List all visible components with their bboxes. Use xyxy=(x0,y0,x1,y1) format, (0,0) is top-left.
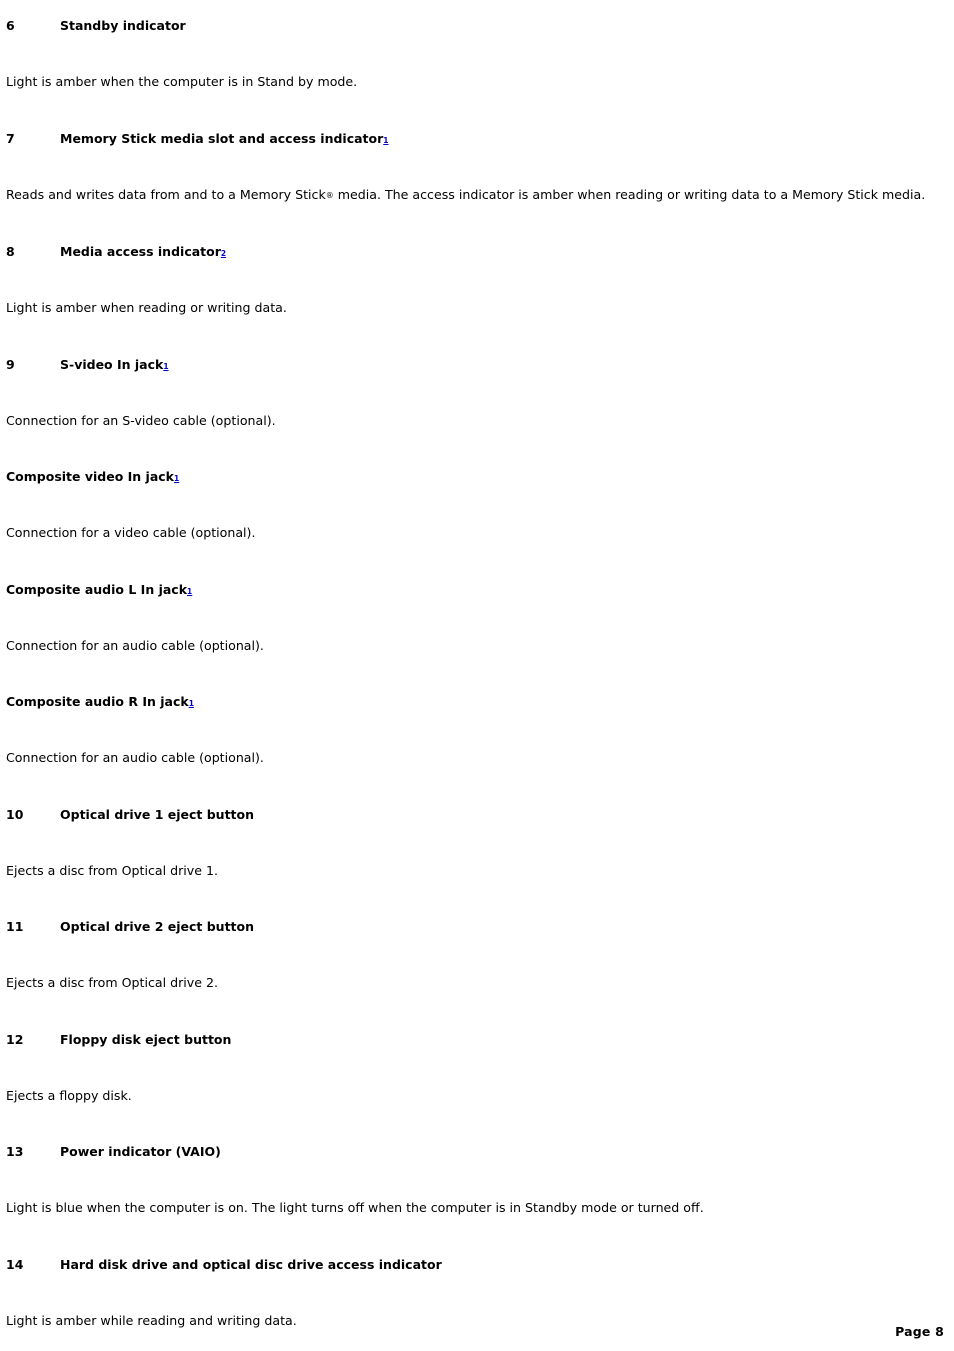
entry-block: Composite video In jack 1 Connection for … xyxy=(6,469,944,541)
entry-heading: Composite audio L In jack 1 xyxy=(6,582,944,597)
entry-title: Memory Stick media slot and access indic… xyxy=(60,130,384,146)
entry-description: Connection for an audio cable (optional)… xyxy=(6,637,264,653)
entry-number: 8 xyxy=(6,244,15,259)
entry-block: 14 Hard disk drive and optical disc driv… xyxy=(6,1257,944,1329)
entry-description: Light is amber when the computer is in S… xyxy=(6,74,358,89)
entry-heading: 7 Memory Stick media slot and access ind… xyxy=(6,131,944,146)
entry-number: 7 xyxy=(6,130,15,146)
footnote-link[interactable]: 1 xyxy=(163,362,168,371)
entry-block: 7 Memory Stick media slot and access ind… xyxy=(6,131,944,204)
entry-description: Connection for a video cable (optional). xyxy=(6,525,256,540)
entry-number: 14 xyxy=(6,1256,24,1272)
entry-title: Media access indicator xyxy=(60,244,221,259)
footnote-link[interactable]: 1 xyxy=(383,136,388,145)
entry-title: Standby indicator xyxy=(60,18,186,33)
entry-title: Optical drive 1 eject button xyxy=(60,806,255,822)
entry-description: Light is amber while reading and writing… xyxy=(6,1312,297,1328)
page-content: 6 Standby indicator Light is amber when … xyxy=(6,18,944,1328)
entry-title: Composite audio L In jack xyxy=(6,581,188,597)
entry-description: Light is amber when reading or writing d… xyxy=(6,300,287,315)
entry-block: Composite audio R In jack 1 Connection fo… xyxy=(6,694,944,766)
entry-description: Connection for an audio cable (optional)… xyxy=(6,750,264,765)
entry-block: 11 Optical drive 2 eject button Ejects a… xyxy=(6,919,944,991)
entry-heading: 8 Media access indicator 2 xyxy=(6,244,944,259)
entry-description: Light is blue when the computer is on. T… xyxy=(6,1200,704,1215)
entry-heading: 12 Floppy disk eject button xyxy=(6,1032,944,1047)
entry-block: 12 Floppy disk eject button Ejects a flo… xyxy=(6,1032,944,1104)
entry-number: 6 xyxy=(6,18,15,33)
registered-trademark-symbol: ® xyxy=(325,190,334,200)
entry-title: Optical drive 2 eject button xyxy=(60,919,255,934)
entry-block: Composite audio L In jack 1 Connection fo… xyxy=(6,582,944,654)
entry-description-pre: Reads and writes data from and to a Memo… xyxy=(6,186,326,202)
entry-block: 10 Optical drive 1 eject button Ejects a… xyxy=(6,807,944,879)
entry-block: 8 Media access indicator 2 Light is amber… xyxy=(6,244,944,316)
entry-description: Ejects a disc from Optical drive 1. xyxy=(6,862,219,878)
entry-title: Composite audio R In jack xyxy=(6,694,189,709)
entry-number: 13 xyxy=(6,1144,24,1159)
footnote-link[interactable]: 2 xyxy=(221,250,226,258)
entry-title: Floppy disk eject button xyxy=(60,1031,232,1047)
entry-number: 10 xyxy=(6,806,24,822)
entry-block: 9 S-video In jack 1 Connection for an S-v… xyxy=(6,357,944,429)
entry-description: Connection for an S-video cable (optiona… xyxy=(6,412,276,428)
page-number-footer: Page 8 xyxy=(895,1324,944,1339)
footnote-link[interactable]: 1 xyxy=(174,475,179,483)
footnote-link[interactable]: 1 xyxy=(187,587,192,596)
entry-title: Power indicator (VAIO) xyxy=(60,1144,221,1159)
entry-title: Composite video In jack xyxy=(6,469,174,484)
entry-heading: 14 Hard disk drive and optical disc driv… xyxy=(6,1257,944,1272)
entry-description-post: media. The access indicator is amber whe… xyxy=(333,186,926,202)
entry-heading: 11 Optical drive 2 eject button xyxy=(6,919,944,934)
entry-heading: Composite video In jack 1 xyxy=(6,469,944,484)
entry-block: 13 Power indicator (VAIO) Light is blue … xyxy=(6,1144,944,1216)
entry-number: 12 xyxy=(6,1031,24,1047)
document-page: 6 Standby indicator Light is amber when … xyxy=(0,0,954,1351)
entry-heading: Composite audio R In jack 1 xyxy=(6,694,944,709)
entry-heading: 10 Optical drive 1 eject button xyxy=(6,807,944,822)
entry-title: S-video In jack xyxy=(60,356,164,372)
entry-heading: 13 Power indicator (VAIO) xyxy=(6,1144,944,1159)
entry-description: Ejects a disc from Optical drive 2. xyxy=(6,975,219,990)
entry-number: 9 xyxy=(6,356,15,372)
entry-block: 6 Standby indicator Light is amber when … xyxy=(6,18,944,90)
footnote-link[interactable]: 1 xyxy=(189,700,194,708)
entry-heading: 9 S-video In jack 1 xyxy=(6,357,944,372)
entry-description: Reads and writes data from and to a Memo… xyxy=(6,187,944,204)
entry-number: 11 xyxy=(6,919,24,934)
entry-title: Hard disk drive and optical disc drive a… xyxy=(60,1256,442,1272)
entry-description: Ejects a floppy disk. xyxy=(6,1087,132,1103)
entry-heading: 6 Standby indicator xyxy=(6,18,944,33)
